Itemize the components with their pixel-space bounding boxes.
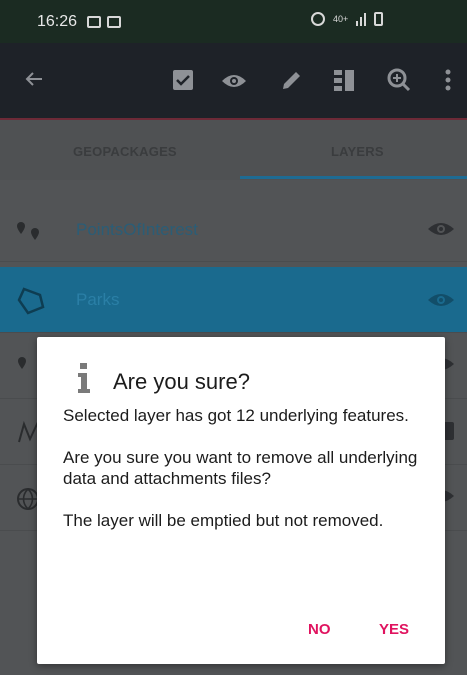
more-vert-icon[interactable] <box>445 69 451 96</box>
eye-icon[interactable] <box>427 291 455 315</box>
tab-indicator <box>240 176 467 179</box>
layer-row-parks[interactable]: Parks <box>0 267 467 333</box>
polygon-icon <box>16 286 46 322</box>
confirm-dialog: Are you sure? Selected layer has got 12 … <box>37 337 445 664</box>
list-view-icon[interactable] <box>334 69 354 96</box>
tab-bar: GEOPACKAGES LAYERS <box>0 120 467 180</box>
tab-layers[interactable]: LAYERS <box>331 144 384 159</box>
yes-button[interactable]: YES <box>379 621 409 638</box>
layer-row-pointsofinterest[interactable]: PointsOfInterest <box>0 200 467 262</box>
signal-icon <box>356 12 367 26</box>
point-icon <box>16 355 28 383</box>
tab-geopackages[interactable]: GEOPACKAGES <box>73 144 177 159</box>
dialog-title: Are you sure? <box>113 369 250 394</box>
eye-icon[interactable] <box>221 71 247 95</box>
app-toolbar <box>0 43 467 120</box>
eye-icon[interactable] <box>427 220 455 244</box>
points-icon <box>16 220 44 250</box>
dialog-message-line: The layer will be emptied but not remove… <box>63 511 384 530</box>
checkbox-icon[interactable] <box>172 69 194 96</box>
back-arrow-icon[interactable] <box>24 69 44 94</box>
alarm-icon <box>311 12 325 26</box>
battery-icon <box>374 12 384 26</box>
network-type-label: 40+ <box>333 13 349 24</box>
car-icon <box>87 15 102 28</box>
info-icon <box>77 361 91 395</box>
image-notification-icon <box>107 15 122 28</box>
layer-name: Parks <box>76 290 120 309</box>
status-time: 16:26 <box>37 12 78 30</box>
no-button[interactable]: NO <box>308 621 331 638</box>
dialog-message-line: Are you sure you want to remove all unde… <box>63 448 418 488</box>
dialog-message: Selected layer has got 12 underlying fea… <box>63 405 423 552</box>
zoom-in-icon[interactable] <box>387 68 411 97</box>
status-bar: 16:26 40+ <box>0 0 467 43</box>
dialog-message-line: Selected layer has got 12 underlying fea… <box>63 406 409 425</box>
layer-name: PointsOfInterest <box>76 220 198 239</box>
pencil-icon[interactable] <box>281 69 303 96</box>
